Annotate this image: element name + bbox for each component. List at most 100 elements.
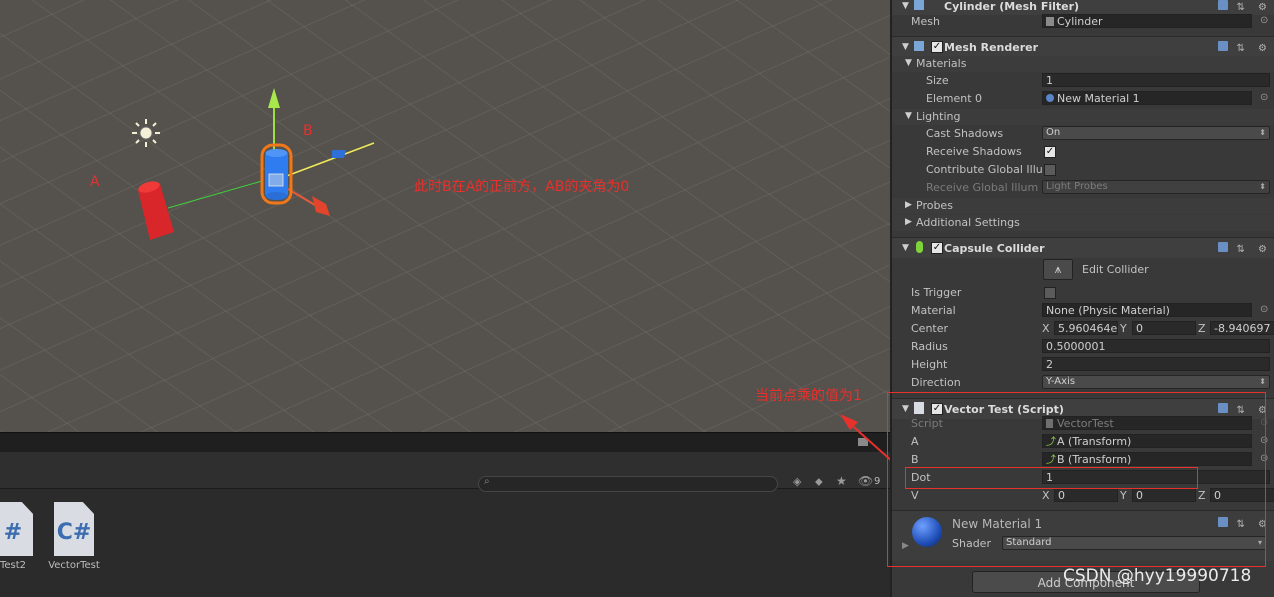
radius-field[interactable]: 0.5000001 <box>1042 339 1270 353</box>
receive-shadows-row: Receive Shadows ✓ <box>892 143 1274 161</box>
annotation-box-dot <box>905 467 1198 489</box>
dropdown-arrow-icon: ⬍ <box>1259 182 1266 191</box>
green-line <box>167 180 263 209</box>
mesh-icon <box>1046 17 1054 26</box>
size-row: Size 1 <box>892 72 1274 90</box>
field-label: Radius <box>911 340 948 353</box>
receive-gi-row: Receive Global Illum Light Probes ⬍ <box>892 179 1274 197</box>
center-y-field[interactable]: 0 <box>1132 321 1196 335</box>
watermark: CSDN @hyy19990718 <box>1063 566 1252 586</box>
fold-arrow-icon[interactable]: ▼ <box>902 1 909 11</box>
edit-collider-button[interactable]: ⩚ <box>1043 259 1073 280</box>
height-field[interactable]: 2 <box>1042 357 1270 371</box>
filter-type-icon[interactable]: ◈ <box>793 475 801 488</box>
object-picker-icon[interactable]: ⊙ <box>1260 304 1268 315</box>
fold-arrow-icon[interactable]: ▼ <box>902 243 909 253</box>
contribute-gi-checkbox[interactable] <box>1044 164 1056 176</box>
element0-field[interactable]: New Material 1 <box>1042 91 1252 105</box>
component-title: Capsule Collider <box>944 242 1045 255</box>
mesh-field[interactable]: Cylinder <box>1042 14 1252 28</box>
cylinder-a[interactable] <box>137 179 174 240</box>
file-name: VectorTest <box>48 560 100 571</box>
component-header-icons[interactable]: ⇅ ⚙ <box>1218 242 1272 255</box>
mesh-row: Mesh Cylinder ⊙ <box>892 13 1274 31</box>
scene-view[interactable]: A B 此时B在A的正前方，AB的夹角为0 当前点乘的值为1 <box>0 0 890 432</box>
is-trigger-row: Is Trigger <box>892 284 1274 302</box>
axis-z-label: Z <box>1198 322 1206 335</box>
object-picker-icon[interactable]: ⊙ <box>1260 92 1268 103</box>
y-axis-handle[interactable] <box>268 88 280 108</box>
scene-gizmos[interactable] <box>0 0 890 432</box>
fold-arrow-icon: ▶ <box>905 217 912 227</box>
section-label: Materials <box>916 57 967 70</box>
z-axis-handle[interactable] <box>332 150 346 158</box>
object-picker-icon[interactable]: ⊙ <box>1260 15 1268 26</box>
contribute-gi-row: Contribute Global Illu <box>892 161 1274 179</box>
receive-shadows-checkbox[interactable]: ✓ <box>1044 146 1056 158</box>
lighting-section[interactable]: ▼ Lighting <box>892 109 1274 125</box>
capsule-collider-header[interactable]: ▼ ✓ Capsule Collider ⇅ ⚙ <box>892 237 1274 258</box>
component-title: Mesh Renderer <box>944 41 1039 54</box>
file-name: Test2 <box>0 560 27 571</box>
fold-arrow-icon: ▶ <box>905 200 912 210</box>
component-header-icons[interactable]: ⇅ ⚙ <box>1218 41 1272 54</box>
radius-row: Radius 0.5000001 <box>892 338 1274 356</box>
dropdown-arrow-icon: ⬍ <box>1259 377 1266 386</box>
center-z-field[interactable]: -8.940697 <box>1210 321 1274 335</box>
receive-gi-dropdown: Light Probes ⬍ <box>1042 180 1270 194</box>
component-title: Cylinder (Mesh Filter) <box>944 0 1080 13</box>
physic-material-field[interactable]: None (Physic Material) <box>1042 303 1252 317</box>
field-label: Mesh <box>911 15 940 28</box>
cast-shadows-dropdown[interactable]: On ⬍ <box>1042 126 1270 140</box>
materials-section[interactable]: ▼ Materials <box>892 56 1274 72</box>
cast-shadows-row: Cast Shadows On ⬍ <box>892 125 1274 143</box>
fold-arrow-icon: ▼ <box>905 58 912 68</box>
annotation-main: 此时B在A的正前方，AB的夹角为0 <box>414 179 630 195</box>
field-label: Direction <box>911 376 961 389</box>
label-b: B <box>303 123 313 139</box>
component-header-icons[interactable]: ⇅ ⚙ <box>1218 0 1272 13</box>
project-toolbar: ⌕ ◈ ⬥ ★ 👁 9 <box>0 452 890 492</box>
fold-arrow-icon: ▼ <box>905 111 912 121</box>
field-label: Center <box>911 322 949 335</box>
project-panel: ⌕ ◈ ⬥ ★ 👁 9 # Test2 C# VectorTest <box>0 432 890 597</box>
field-label: Height <box>911 358 948 371</box>
element0-row: Element 0 New Material 1 ⊙ <box>892 90 1274 108</box>
enabled-checkbox[interactable]: ✓ <box>931 41 943 53</box>
directional-light-icon[interactable] <box>132 119 160 147</box>
enabled-checkbox[interactable]: ✓ <box>931 242 943 254</box>
file-vectortest[interactable]: C# VectorTest <box>39 502 109 571</box>
axis-y-label: Y <box>1120 322 1127 335</box>
center-x-field[interactable]: 5.960464e <box>1054 321 1118 335</box>
dropdown-arrow-icon: ⬍ <box>1259 128 1266 137</box>
material-row: Material None (Physic Material) ⊙ <box>892 302 1274 320</box>
edit-collider-label: Edit Collider <box>1082 263 1149 276</box>
mesh-renderer-header[interactable]: ▼ ✓ Mesh Renderer ⇅ ⚙ <box>892 36 1274 57</box>
section-label: Probes <box>916 199 953 212</box>
material-icon <box>1046 94 1054 102</box>
section-label: Additional Settings <box>916 216 1020 229</box>
x-axis-handle[interactable] <box>312 196 330 216</box>
field-label: Element 0 <box>926 92 983 105</box>
probes-section[interactable]: ▶ Probes <box>892 198 1274 214</box>
filter-label-icon[interactable]: ⬥ <box>815 475 823 489</box>
field-label: Material <box>911 304 956 317</box>
field-label: Is Trigger <box>911 286 962 299</box>
field-label: Receive Global Illum <box>926 181 1039 194</box>
project-tab-bar <box>0 432 890 453</box>
axis-x-label: X <box>1042 322 1050 335</box>
csharp-file-icon: # <box>0 502 33 556</box>
field-label: Size <box>926 74 949 87</box>
plane-handle[interactable] <box>268 173 284 187</box>
search-icon: ⌕ <box>484 476 490 487</box>
project-search-input[interactable]: ⌕ <box>478 476 778 492</box>
direction-dropdown[interactable]: Y-Axis ⬍ <box>1042 375 1270 389</box>
fold-arrow-icon[interactable]: ▼ <box>902 42 909 52</box>
mesh-filter-icon <box>914 0 924 10</box>
is-trigger-checkbox[interactable] <box>1044 287 1056 299</box>
additional-settings-section[interactable]: ▶ Additional Settings <box>892 215 1274 231</box>
size-field[interactable]: 1 <box>1042 73 1270 87</box>
field-label: Contribute Global Illu <box>926 163 1043 176</box>
mesh-renderer-icon <box>914 41 924 51</box>
direction-row: Direction Y-Axis ⬍ <box>892 374 1274 392</box>
